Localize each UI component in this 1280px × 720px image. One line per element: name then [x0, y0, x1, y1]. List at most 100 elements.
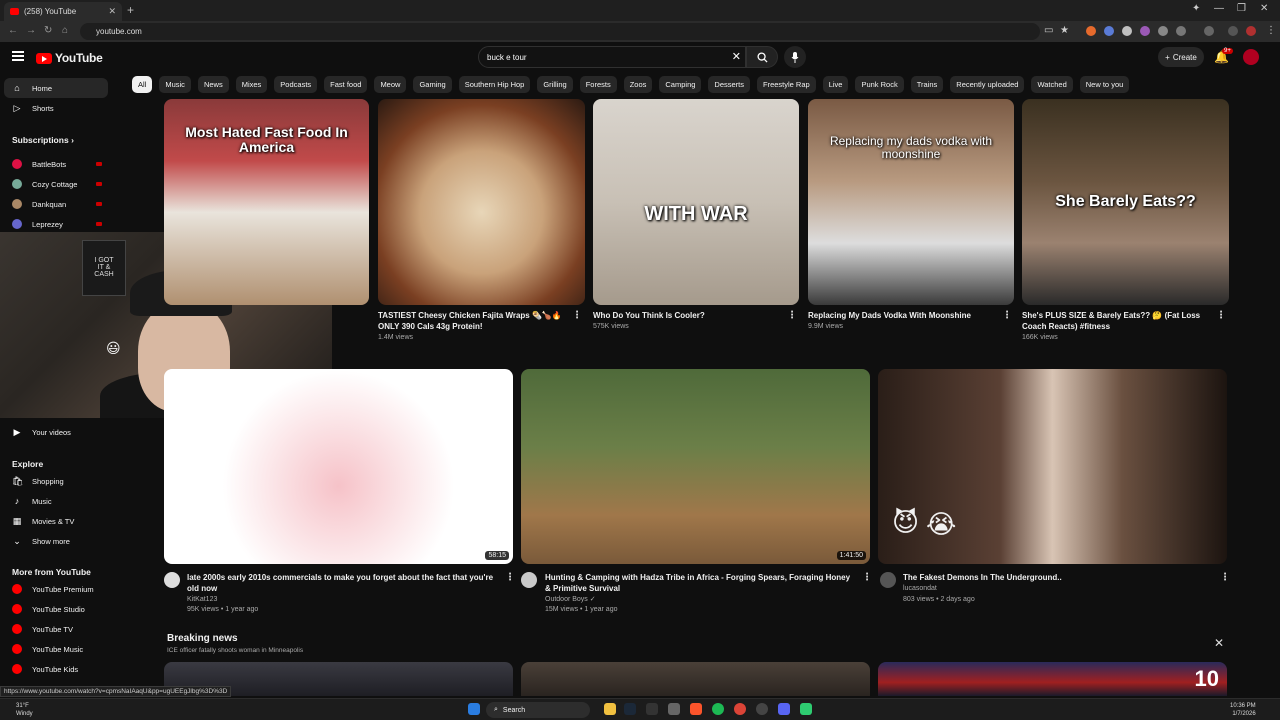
discord-icon[interactable]	[778, 703, 790, 715]
video-thumbnail[interactable]: 58:15	[164, 369, 513, 564]
app-icon[interactable]	[800, 703, 812, 715]
home-icon[interactable]: ⌂	[62, 25, 68, 36]
filter-chip[interactable]: Desserts	[708, 76, 750, 93]
video-thumbnail[interactable]: Most Hated Fast Food In America	[164, 99, 369, 305]
channel-name[interactable]: Outdoor Boys ✓	[545, 595, 596, 605]
forward-icon[interactable]: →	[26, 25, 36, 36]
profile-icon[interactable]	[1246, 26, 1256, 36]
filter-chip[interactable]: Southern Hip Hop	[458, 76, 531, 93]
reload-icon[interactable]: ↻	[44, 25, 52, 36]
sidebar-item-shorts[interactable]: ▷ Shorts	[4, 98, 108, 118]
extension-icon[interactable]	[1158, 26, 1168, 36]
channel-name[interactable]: lucasondat	[903, 584, 937, 594]
sidebar-youtube-app-item[interactable]: YouTube Kids	[4, 659, 108, 679]
back-icon[interactable]: ←	[8, 25, 18, 36]
filter-chip[interactable]: Camping	[659, 76, 702, 93]
sidebar-youtube-app-item[interactable]: YouTube TV	[4, 619, 108, 639]
settings-gear-icon[interactable]	[668, 703, 680, 715]
dismiss-breaking-news-icon[interactable]: ✕	[1214, 636, 1224, 650]
filter-chip[interactable]: All	[132, 76, 153, 93]
video-thumbnail[interactable]: 1:41:50	[521, 369, 870, 564]
filter-chip[interactable]: Zoos	[623, 76, 653, 93]
news-thumbnail[interactable]: 10	[878, 662, 1227, 696]
sidebar-youtube-app-item[interactable]: YouTube Music	[4, 639, 108, 659]
taskbar-search[interactable]: ⌕ Search	[486, 702, 590, 718]
more-actions-icon[interactable]: ⋮	[1002, 310, 1012, 321]
maximize-icon[interactable]: ❐	[1237, 3, 1246, 14]
sidebar-youtube-app-item[interactable]: YouTube Studio	[4, 599, 108, 619]
app-icon[interactable]	[756, 703, 768, 715]
channel-avatar[interactable]	[880, 572, 896, 588]
filter-chip[interactable]: Forests	[579, 76, 617, 93]
brave-icon[interactable]	[690, 703, 702, 715]
system-clock[interactable]: 10:36 PM 1/7/2026	[1230, 702, 1256, 718]
news-thumbnail[interactable]	[521, 662, 870, 696]
sidebar-youtube-app-item[interactable]: YouTube Premium	[4, 579, 108, 599]
close-window-icon[interactable]: ✕	[1260, 3, 1268, 14]
search-input[interactable]: buck e tour ✕	[478, 46, 746, 68]
more-actions-icon[interactable]: ⋮	[862, 572, 872, 583]
filter-chip[interactable]: Mixes	[235, 76, 268, 93]
sidebar-subscription-item[interactable]: Cozy Cottage	[4, 174, 108, 194]
channel-avatar[interactable]	[164, 572, 180, 588]
more-actions-icon[interactable]: ⋮	[572, 310, 582, 321]
sidebar-item-music[interactable]: ♪ Music	[4, 491, 108, 511]
tab-close-icon[interactable]: ✕	[108, 6, 116, 17]
more-actions-icon[interactable]: ⋮	[505, 572, 515, 583]
video-title[interactable]: Replacing My Dads Vodka With Moonshine	[808, 310, 998, 321]
video-title[interactable]: Who Do You Think Is Cooler?	[593, 310, 783, 321]
channel-avatar[interactable]	[521, 572, 537, 588]
extension-icon[interactable]	[1104, 26, 1114, 36]
sidebar-item-movies-tv[interactable]: ▦ Movies & TV	[4, 511, 108, 531]
filter-chip[interactable]: Music	[159, 76, 191, 93]
sidebar-show-more[interactable]: ⌄ Show more	[4, 531, 108, 551]
filter-chip[interactable]: Watched	[1031, 76, 1073, 93]
video-thumbnail[interactable]: 😈 😭	[878, 369, 1227, 564]
spotify-icon[interactable]	[712, 703, 724, 715]
filter-chip[interactable]: Trains	[910, 76, 944, 93]
more-actions-icon[interactable]: ⋮	[787, 310, 797, 321]
minimize-icon[interactable]: —	[1214, 3, 1224, 14]
extension-icon[interactable]	[1122, 26, 1132, 36]
sidebar-item-your-videos[interactable]: ▶ Your videos	[4, 422, 108, 442]
filter-chip[interactable]: News	[197, 76, 229, 93]
create-button[interactable]: + Create	[1158, 47, 1204, 67]
filter-chip[interactable]: Live	[822, 76, 849, 93]
filter-chip[interactable]: Freestyle Rap	[757, 76, 816, 93]
video-title[interactable]: Hunting & Camping with Hadza Tribe in Af…	[545, 572, 855, 594]
menu-dots-icon[interactable]: ⋮	[1266, 25, 1276, 36]
filter-chip[interactable]: Meow	[374, 76, 407, 93]
extension-icon[interactable]	[1086, 26, 1096, 36]
video-thumbnail[interactable]: WITH WAR	[593, 99, 799, 305]
voice-search-button[interactable]	[784, 46, 806, 68]
bookmark-star-icon[interactable]: ★	[1060, 25, 1069, 36]
sidebar-item-shopping[interactable]: 🛍 Shopping	[4, 471, 108, 491]
filter-chip[interactable]: Punk Rock	[855, 76, 904, 93]
sidebar-subscription-item[interactable]: BattleBots	[4, 154, 108, 174]
steam-icon[interactable]	[624, 703, 636, 715]
video-title[interactable]: TASTIEST Cheesy Chicken Fajita Wraps 🌯🍗🔥…	[378, 310, 568, 332]
address-bar[interactable]: youtube.com	[80, 23, 1040, 40]
sidebar-panel-icon[interactable]	[1204, 26, 1214, 36]
sidebar-subscription-item[interactable]: Dankquan	[4, 194, 108, 214]
windows-start-icon[interactable]	[468, 703, 480, 715]
more-actions-icon[interactable]: ⋮	[1220, 572, 1230, 583]
sidebar-subscription-item[interactable]: Leprezey	[4, 214, 108, 234]
search-button[interactable]	[746, 46, 778, 68]
filter-chip[interactable]: Podcasts	[274, 76, 318, 93]
more-actions-icon[interactable]: ⋮	[1216, 310, 1226, 321]
channel-name[interactable]: KitKat123	[187, 595, 217, 605]
chrome-icon[interactable]	[734, 703, 746, 715]
clear-search-icon[interactable]: ✕	[732, 50, 741, 63]
sidebar-item-home[interactable]: ⌂ Home	[4, 78, 108, 98]
file-explorer-icon[interactable]	[604, 703, 616, 715]
youtube-logo[interactable]: YouTube	[36, 51, 103, 65]
account-avatar[interactable]	[1243, 49, 1259, 65]
video-title[interactable]: The Fakest Demons In The Underground..	[903, 572, 1203, 583]
filter-chip[interactable]: Grilling	[537, 76, 573, 93]
video-thumbnail[interactable]: She Barely Eats??	[1022, 99, 1229, 305]
filter-chip[interactable]: Recently uploaded	[950, 76, 1025, 93]
hamburger-menu-icon[interactable]	[12, 51, 24, 61]
weather-widget[interactable]: 31°F Windy	[16, 702, 33, 718]
browser-tab-youtube[interactable]: (258) YouTube ✕	[4, 2, 122, 21]
